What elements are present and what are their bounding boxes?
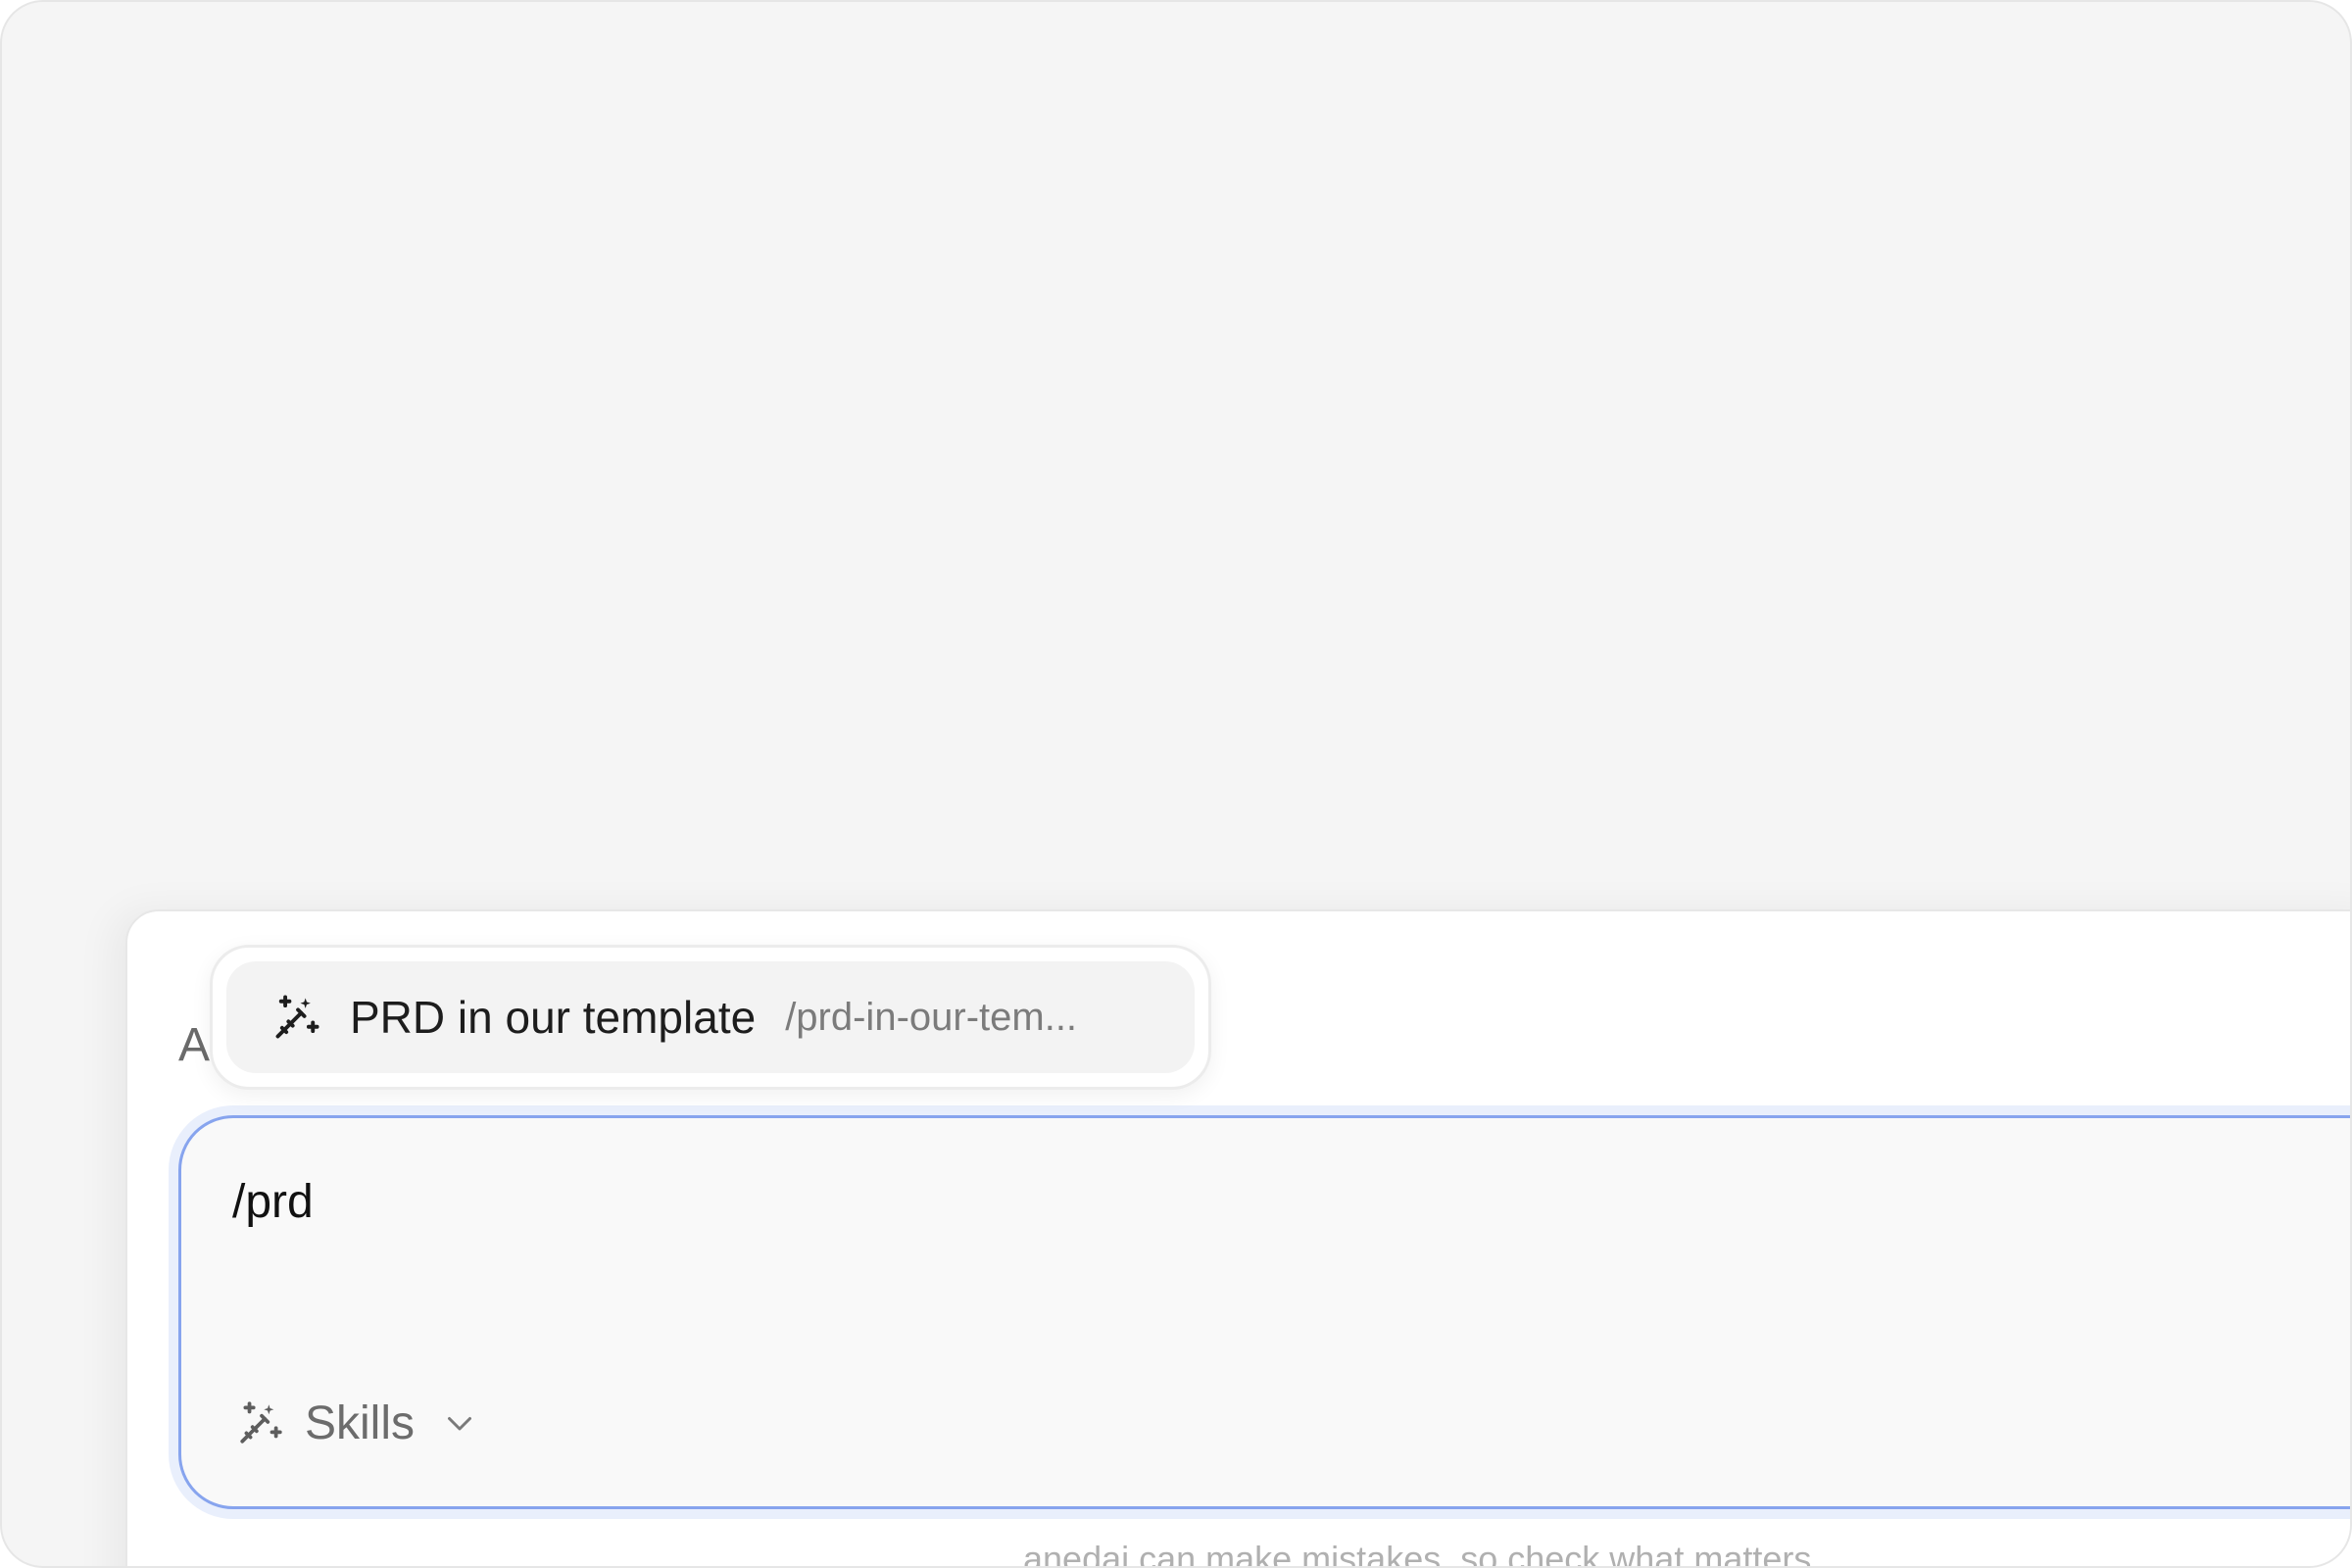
- suggestion-slug: /prd-in-our-tem...: [785, 995, 1078, 1039]
- composer-heading: A: [178, 1019, 211, 1071]
- slash-command-popover: PRD in our template /prd-in-our-tem...: [210, 945, 1211, 1090]
- suggestion-item-prd-template[interactable]: PRD in our template /prd-in-our-tem...: [226, 961, 1195, 1073]
- disclaimer-text: anedai can make mistakes, so check what …: [1023, 1539, 1812, 1568]
- magic-wand-icon: [271, 992, 322, 1043]
- app-window: A /prd Skills PRD in our template /prd-i…: [0, 0, 2352, 1568]
- chevron-down-icon: [442, 1405, 477, 1441]
- skills-label: Skills: [305, 1396, 416, 1449]
- message-input[interactable]: /prd: [232, 1173, 314, 1232]
- skills-dropdown-button[interactable]: Skills: [236, 1389, 477, 1457]
- suggestion-title: PRD in our template: [350, 992, 757, 1043]
- magic-wand-icon: [236, 1398, 285, 1447]
- message-input-box[interactable]: /prd Skills: [178, 1115, 2350, 1509]
